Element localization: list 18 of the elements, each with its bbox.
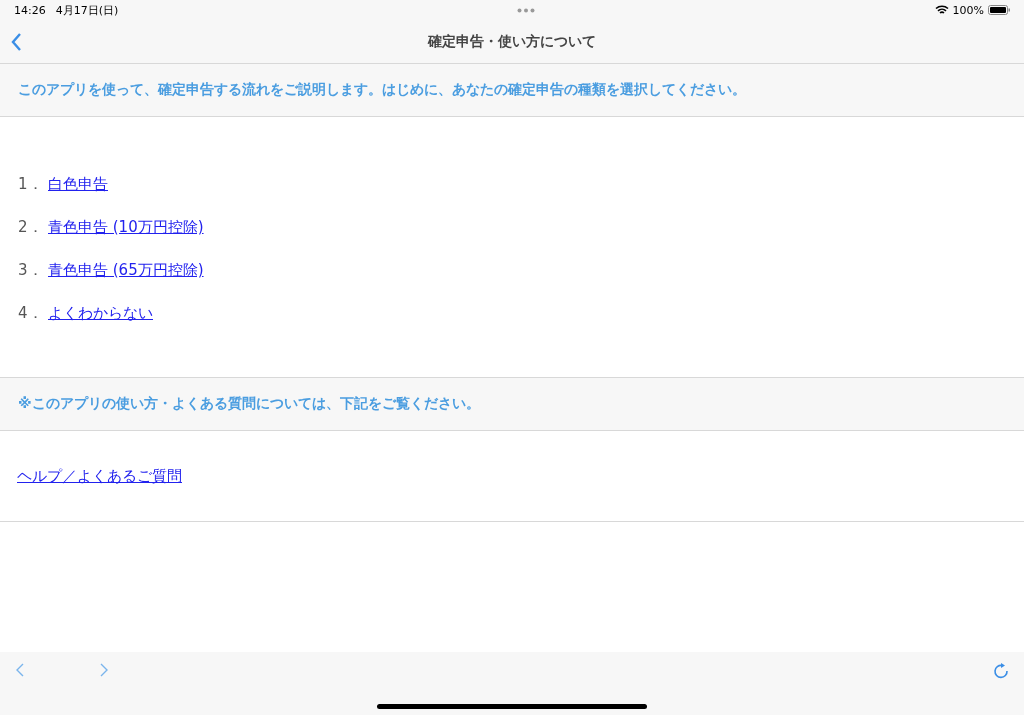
battery-icon	[988, 5, 1010, 15]
option-link[interactable]: 白色申告	[48, 175, 108, 194]
status-date: 4月17日(日)	[55, 2, 119, 18]
battery-percent: 100%	[952, 3, 984, 17]
more-dots-icon[interactable]	[517, 7, 536, 13]
option-link[interactable]: 青色申告 (65万円控除)	[48, 261, 204, 280]
list-number: 4．	[18, 304, 44, 323]
option-link[interactable]: 青色申告 (10万円控除)	[48, 218, 204, 237]
option-link[interactable]: よくわからない	[48, 304, 153, 323]
intro-text: このアプリを使って、確定申告する流れをご説明します。はじめに、あなたの確定申告の種類を選択してください。	[18, 81, 746, 99]
list-number: 3．	[18, 261, 44, 280]
wifi-icon	[934, 5, 949, 15]
note-text: ※このアプリの使い方・よくある質問については、下記をご覧ください。	[18, 395, 480, 413]
list-number: 2．	[18, 218, 44, 237]
list-number: 1．	[18, 175, 44, 194]
help-link[interactable]: ヘルプ／よくあるご質問	[17, 466, 182, 486]
page-title: 確定申告・使い方について	[428, 32, 596, 51]
status-time: 14:26	[14, 3, 46, 17]
